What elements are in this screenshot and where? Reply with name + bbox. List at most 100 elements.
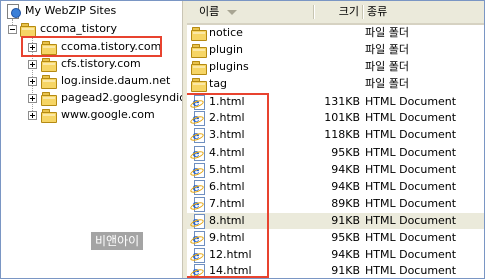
folder-icon bbox=[191, 78, 207, 92]
file-type: HTML Document bbox=[365, 264, 457, 277]
file-size: 131KB bbox=[324, 95, 360, 108]
tree-item-root[interactable]: My WebZIP Sites bbox=[5, 3, 117, 19]
list-row-file[interactable]: e 6.html 94KB HTML Document bbox=[187, 179, 484, 195]
ie-html-icon: e bbox=[189, 111, 205, 126]
tree-item-site[interactable]: ccoma.tistory.com bbox=[28, 39, 162, 55]
column-header-label: 크기 bbox=[338, 5, 359, 18]
folder-open-icon bbox=[20, 22, 36, 37]
file-type: 파일 폴더 bbox=[365, 26, 409, 39]
file-size: 94KB bbox=[331, 248, 360, 261]
list-row-file[interactable]: e 1.html 131KB HTML Document bbox=[187, 94, 484, 110]
file-type: 파일 폴더 bbox=[365, 60, 409, 73]
file-type: HTML Document bbox=[365, 163, 457, 176]
ie-html-icon: e bbox=[189, 248, 205, 263]
list-row-file[interactable]: e 7.html 89KB HTML Document bbox=[187, 196, 484, 212]
ie-html-icon: e bbox=[189, 231, 205, 246]
list-row-file[interactable]: e 2.html 101KB HTML Document bbox=[187, 110, 484, 126]
file-name: 2.html bbox=[209, 111, 245, 124]
list-row-file[interactable]: e 12.html 94KB HTML Document bbox=[187, 247, 484, 263]
column-header-label: 이름 bbox=[199, 5, 220, 18]
ie-html-icon: e bbox=[189, 163, 205, 178]
expand-icon[interactable] bbox=[28, 59, 37, 69]
file-name: 8.html bbox=[209, 214, 245, 227]
ie-html-icon: e bbox=[189, 197, 205, 212]
tree-item-site[interactable]: pagead2.googlesyndication.com bbox=[28, 90, 182, 106]
column-header-name[interactable]: 이름 bbox=[187, 1, 314, 23]
ie-html-icon: e bbox=[189, 214, 205, 229]
tree-item-site[interactable]: cfs.tistory.com bbox=[28, 56, 142, 72]
file-type: HTML Document bbox=[365, 95, 457, 108]
ie-html-icon: e bbox=[189, 128, 205, 143]
list-row-folder[interactable]: notice 파일 폴더 bbox=[187, 25, 484, 41]
expand-icon[interactable] bbox=[28, 93, 37, 103]
column-header-type[interactable]: 종류 bbox=[367, 1, 484, 23]
folder-icon bbox=[191, 61, 207, 75]
file-size: 91KB bbox=[331, 264, 360, 277]
window-frame: My WebZIP Sites ccoma_tistory ccoma.tist… bbox=[0, 0, 485, 279]
file-name: 6.html bbox=[209, 180, 245, 193]
ie-html-icon: e bbox=[189, 95, 205, 110]
list-row-folder[interactable]: tag 파일 폴더 bbox=[187, 76, 484, 92]
tree-item-label: www.google.com bbox=[61, 108, 155, 121]
tree-item-label: ccoma.tistory.com bbox=[61, 40, 162, 53]
file-type: HTML Document bbox=[365, 231, 457, 244]
ie-html-icon: e bbox=[189, 264, 205, 278]
folder-icon bbox=[41, 40, 57, 55]
tree-item-label: log.inside.daum.net bbox=[61, 74, 171, 87]
ie-html-icon: e bbox=[189, 146, 205, 161]
tree-item-site[interactable]: log.inside.daum.net bbox=[28, 73, 171, 89]
ie-html-icon: e bbox=[189, 180, 205, 195]
column-header-size[interactable]: 크기 bbox=[314, 1, 363, 23]
file-size: 101KB bbox=[324, 111, 360, 124]
file-name: plugins bbox=[209, 60, 249, 73]
list-row-file[interactable]: e 3.html 118KB HTML Document bbox=[187, 127, 484, 143]
file-type: 파일 폴더 bbox=[365, 43, 409, 56]
webzip-sites-icon bbox=[5, 4, 21, 19]
folder-icon bbox=[191, 44, 207, 58]
file-type: HTML Document bbox=[365, 248, 457, 261]
file-size: 95KB bbox=[331, 231, 360, 244]
collapse-icon[interactable] bbox=[8, 24, 17, 34]
folder-tree-pane[interactable]: My WebZIP Sites ccoma_tistory ccoma.tist… bbox=[1, 1, 182, 278]
file-size: 118KB bbox=[324, 128, 360, 141]
folder-icon bbox=[41, 108, 57, 123]
list-row-file-selected[interactable]: e 8.html 91KB HTML Document bbox=[187, 213, 484, 229]
sort-descending-icon bbox=[227, 9, 238, 15]
file-name: 14.html bbox=[209, 264, 252, 277]
tree-item-site[interactable]: www.google.com bbox=[28, 107, 156, 123]
file-name: plugin bbox=[209, 43, 244, 56]
list-row-file[interactable]: e 14.html 91KB HTML Document bbox=[187, 263, 484, 278]
folder-icon bbox=[41, 57, 57, 72]
file-name: 3.html bbox=[209, 128, 245, 141]
file-type: HTML Document bbox=[365, 180, 457, 193]
list-row-file[interactable]: e 9.html 95KB HTML Document bbox=[187, 230, 484, 246]
file-type: HTML Document bbox=[365, 128, 457, 141]
file-type: HTML Document bbox=[365, 214, 457, 227]
expand-icon[interactable] bbox=[28, 110, 37, 120]
tree-item-project[interactable]: ccoma_tistory bbox=[8, 21, 118, 37]
file-name: 7.html bbox=[209, 197, 245, 210]
file-name: 5.html bbox=[209, 163, 245, 176]
expand-icon[interactable] bbox=[28, 76, 37, 86]
expand-icon[interactable] bbox=[28, 42, 37, 52]
file-type: HTML Document bbox=[365, 146, 457, 159]
file-name: 12.html bbox=[209, 248, 252, 261]
file-type: 파일 폴더 bbox=[365, 77, 409, 90]
file-size: 94KB bbox=[331, 180, 360, 193]
file-size: 94KB bbox=[331, 163, 360, 176]
watermark-text: 비앤아이 bbox=[91, 232, 144, 250]
file-list-pane[interactable]: 이름 크기 종류 notice 파일 폴더 plugin 파일 폴더 plugi… bbox=[187, 1, 484, 278]
tree-item-label: My WebZIP Sites bbox=[25, 4, 117, 17]
folder-icon bbox=[41, 91, 57, 106]
list-row-folder[interactable]: plugin 파일 폴더 bbox=[187, 42, 484, 58]
tree-item-label: pagead2.googlesyndication.com bbox=[61, 91, 182, 104]
list-row-file[interactable]: e 4.html 95KB HTML Document bbox=[187, 145, 484, 161]
file-name: 1.html bbox=[209, 95, 245, 108]
file-name: notice bbox=[209, 26, 243, 39]
list-row-folder[interactable]: plugins 파일 폴더 bbox=[187, 59, 484, 75]
file-name: 9.html bbox=[209, 231, 245, 244]
list-row-file[interactable]: e 5.html 94KB HTML Document bbox=[187, 162, 484, 178]
file-type: HTML Document bbox=[365, 197, 457, 210]
file-name: 4.html bbox=[209, 146, 245, 159]
tree-item-label: ccoma_tistory bbox=[40, 22, 117, 35]
